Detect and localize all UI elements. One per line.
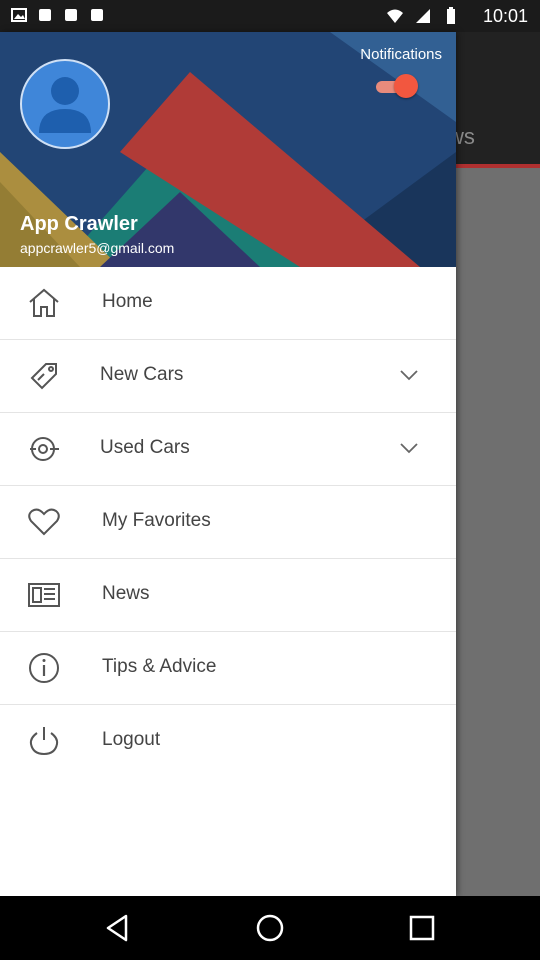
system-navigation-bar <box>0 896 540 960</box>
car-key-icon <box>30 437 59 461</box>
menu-item-new-cars[interactable]: New Cars <box>0 340 456 413</box>
menu-item-label: Tips & Advice <box>102 656 217 677</box>
menu-item-logout[interactable]: Logout <box>0 705 456 777</box>
menu-item-label: My Favorites <box>102 510 211 531</box>
menu-item-label: Logout <box>102 729 161 750</box>
heart-icon <box>28 508 60 536</box>
chevron-down-icon[interactable] <box>398 368 420 382</box>
signal-icon <box>416 9 430 23</box>
app-notification-icon-3 <box>91 9 103 21</box>
home-icon <box>29 288 59 317</box>
image-notification-icon <box>11 8 27 22</box>
menu-item-label: New Cars <box>100 364 184 385</box>
avatar[interactable] <box>20 59 110 149</box>
user-email: appcrawler5@gmail.com <box>20 240 175 256</box>
status-left-icons <box>10 6 106 24</box>
toggle-thumb <box>394 74 418 98</box>
user-name: App Crawler <box>20 213 138 235</box>
navigation-drawer: Notifications App Crawler appcrawler5@gm… <box>0 32 456 896</box>
power-icon <box>29 727 59 756</box>
chevron-down-icon[interactable] <box>398 441 420 455</box>
drawer-menu: Home New Cars Used Cars My Favorites New… <box>0 267 456 777</box>
home-button-icon[interactable] <box>252 910 288 946</box>
notifications-label: Notifications <box>360 46 442 63</box>
newspaper-icon <box>28 583 60 607</box>
app-notification-icon-2 <box>65 9 77 21</box>
tag-icon <box>30 363 57 390</box>
menu-item-my-favorites[interactable]: My Favorites <box>0 486 456 559</box>
status-bar: 10:01 <box>0 0 540 32</box>
back-icon[interactable] <box>100 910 136 946</box>
menu-item-news[interactable]: News <box>0 559 456 632</box>
menu-item-label: News <box>102 583 150 604</box>
notifications-toggle[interactable] <box>372 74 420 98</box>
recents-icon[interactable] <box>404 910 440 946</box>
person-icon <box>39 77 91 133</box>
app-notification-icon <box>39 9 51 21</box>
menu-item-tips-advice[interactable]: Tips & Advice <box>0 632 456 705</box>
menu-item-label: Used Cars <box>100 437 190 458</box>
battery-icon <box>447 7 455 24</box>
wifi-icon <box>387 9 403 23</box>
drawer-header: Notifications App Crawler appcrawler5@gm… <box>0 32 456 267</box>
status-right-icons <box>386 7 460 25</box>
menu-item-label: Home <box>102 291 153 312</box>
menu-item-used-cars[interactable]: Used Cars <box>0 413 456 486</box>
menu-item-home[interactable]: Home <box>0 267 456 340</box>
info-icon <box>29 653 59 683</box>
status-time: 10:01 <box>482 6 528 26</box>
